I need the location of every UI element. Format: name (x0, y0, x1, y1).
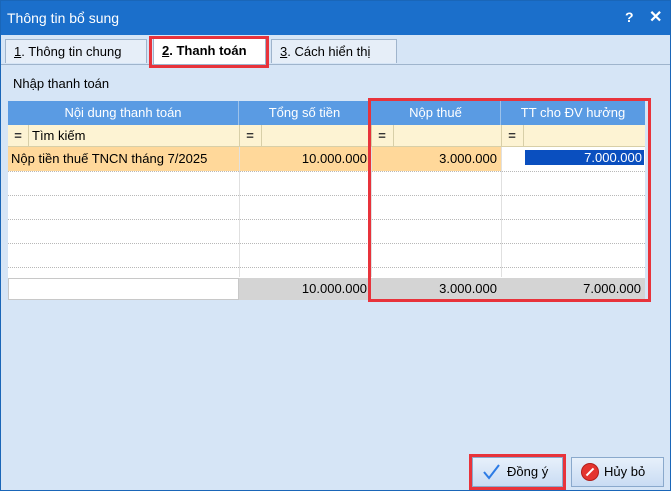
search-filter-input[interactable]: Tìm kiếm (32, 125, 85, 147)
column-header-total[interactable]: Tổng số tiền (239, 101, 371, 125)
cancel-button[interactable]: Hủy bỏ (571, 457, 664, 487)
dialog-window: Thông tin bổ sung ? ✕ 1. Thông tin chung… (0, 0, 671, 491)
tab-divider (1, 64, 670, 65)
row-total-cell[interactable]: 10.000.000 (239, 147, 371, 171)
tab-general-info-label: . Thông tin chung (21, 44, 122, 59)
cancel-button-label: Hủy bỏ (604, 464, 646, 479)
section-label: Nhập thanh toán (13, 76, 110, 91)
columns-highlight-box (368, 98, 651, 302)
filter-operator-icon[interactable]: = (243, 128, 257, 143)
close-icon[interactable]: ✕ (649, 7, 662, 27)
tab-display-label: . Cách hiển thị (287, 44, 371, 59)
cancel-icon (582, 464, 598, 480)
help-icon[interactable]: ? (625, 9, 634, 25)
tab-highlight-box (149, 36, 269, 68)
window-title: Thông tin bổ sung (7, 10, 120, 26)
tab-strip: 1. Thông tin chung 2. Thanh toán 3. Cách… (1, 35, 670, 65)
filter-divider (239, 125, 240, 147)
row-description-cell[interactable]: Nộp tiền thuế TNCN tháng 7/2025 (8, 147, 239, 171)
filter-operator-icon[interactable]: = (11, 128, 25, 143)
title-bar: Thông tin bổ sung ? ✕ (1, 1, 670, 35)
ok-highlight-box (469, 454, 566, 490)
filter-divider (28, 125, 29, 147)
filter-divider (261, 125, 262, 147)
totals-total-cell: 10.000.000 (239, 278, 371, 300)
tab-general-info[interactable]: 1. Thông tin chung (5, 39, 147, 63)
tab-display[interactable]: 3. Cách hiển thị (271, 39, 397, 63)
totals-label-cell (8, 278, 239, 300)
column-header-description[interactable]: Nội dung thanh toán (8, 101, 239, 125)
column-divider (239, 147, 240, 277)
